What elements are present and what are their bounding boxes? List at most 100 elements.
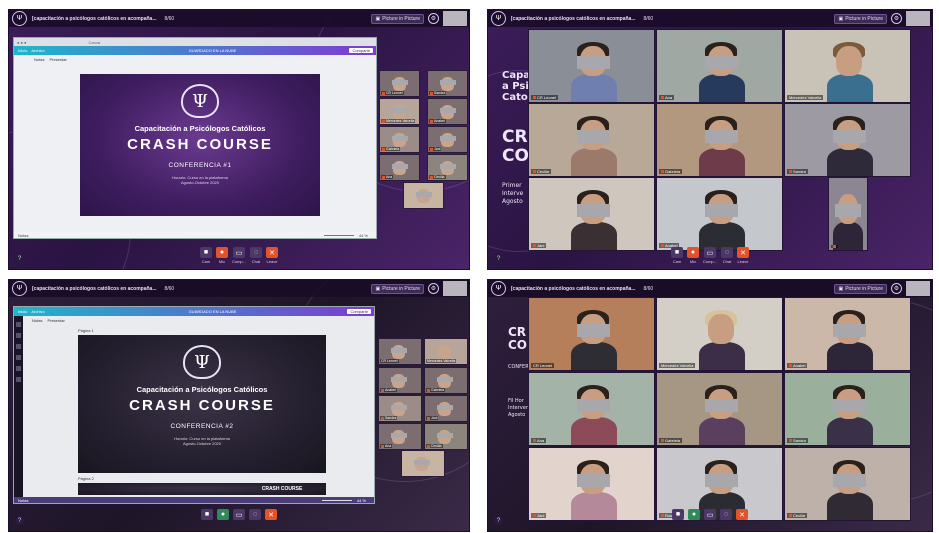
canva-toolbar: Inicio Archivo GUARDADO EN LA NUBE Compa…: [14, 307, 374, 316]
participant-tile[interactable]: Gabriela: [656, 103, 783, 177]
chat-button[interactable]: ◌: [249, 509, 261, 521]
edit-tab[interactable]: Presentar: [49, 57, 66, 62]
chat-button[interactable]: ◌ Chat: [250, 247, 262, 264]
share-screen-button[interactable]: ▭: [233, 509, 245, 521]
chat-button[interactable]: ◌: [720, 509, 732, 521]
mic-button[interactable]: ●: [688, 509, 700, 521]
mic-button[interactable]: ● Mic: [215, 247, 228, 264]
pip-icon: ▣: [838, 285, 844, 292]
leave-button[interactable]: ✕: [736, 509, 748, 521]
editor-subbar: Notas Presentar: [34, 56, 67, 63]
background-slide-text: Primer Interve Agosto: [502, 182, 524, 205]
settings-gear-icon[interactable]: ⚙: [891, 283, 902, 294]
screen-share-icon: ▭: [232, 247, 245, 258]
mic-icon: ●: [686, 247, 699, 258]
settings-gear-icon[interactable]: ⚙: [428, 13, 439, 24]
share-button[interactable]: Compartir: [347, 309, 371, 314]
participant-tile[interactable]: Anabel: [784, 297, 911, 371]
self-view-thumbnail: [443, 11, 467, 26]
share-screen-button[interactable]: ▭ Comp...: [232, 247, 246, 264]
help-icon[interactable]: ?: [15, 254, 24, 263]
settings-gear-icon[interactable]: ⚙: [891, 13, 902, 24]
laurel-psi-emblem-icon: Ψ: [181, 84, 219, 118]
participant-tile[interactable]: Gabriela: [656, 372, 783, 446]
mic-button[interactable]: ●: [217, 509, 229, 521]
participant-thumb[interactable]: CR Leonel: [378, 338, 422, 365]
file-button[interactable]: Archivo: [31, 48, 44, 53]
participant-thumb[interactable]: Cecilia: [427, 154, 468, 181]
participant-thumb[interactable]: CR Leonel: [379, 70, 420, 97]
mic-muted-icon: [430, 175, 433, 179]
settings-gear-icon[interactable]: ⚙: [428, 283, 439, 294]
participant-thumb[interactable]: Ana: [378, 423, 422, 450]
camera-button[interactable]: ■: [201, 509, 213, 521]
notes-button[interactable]: Notas: [18, 233, 28, 238]
picture-in-picture-button[interactable]: ▣ Picture in Picture: [834, 13, 887, 24]
participant-thumb[interactable]: Anabel: [427, 98, 468, 125]
notes-tab[interactable]: Notas: [34, 57, 44, 62]
participant-thumb[interactable]: Anabel: [378, 367, 422, 394]
participant-thumb[interactable]: [403, 182, 444, 209]
share-screen-button[interactable]: ▭: [704, 509, 716, 521]
participant-tile[interactable]: CR Leonel: [528, 29, 655, 103]
participant-tile[interactable]: Cecilia: [528, 103, 655, 177]
leave-button[interactable]: ✕ Leave: [737, 247, 749, 264]
participant-tile[interactable]: Jani: [528, 177, 655, 251]
participant-thumb[interactable]: Cecilia: [424, 423, 468, 450]
share-screen-button[interactable]: ▭ Comp...: [703, 247, 717, 264]
participant-tile[interactable]: Ana: [528, 372, 655, 446]
chat-button[interactable]: ◌ Chat: [721, 247, 733, 264]
participant-tile[interactable]: CR Leonel: [528, 297, 655, 371]
participant-thumb[interactable]: Jani: [427, 126, 468, 153]
share-button[interactable]: Compartir: [349, 48, 373, 53]
participant-thumb[interactable]: Ana: [379, 154, 420, 181]
picture-in-picture-button[interactable]: ▣ Picture in Picture: [834, 283, 887, 294]
editor-footer: Notas 44 %: [14, 232, 376, 238]
leave-button[interactable]: ✕ Leave: [266, 247, 278, 264]
help-icon[interactable]: ?: [494, 254, 503, 263]
leave-button[interactable]: ✕: [265, 509, 277, 521]
zoom-slider[interactable]: [323, 234, 354, 236]
camera-icon: ■: [199, 247, 212, 258]
participant-tile[interactable]: Mercedes Valvella: [784, 29, 911, 103]
home-button[interactable]: Inicio: [18, 48, 27, 53]
background-slide-text: CR CO: [502, 127, 529, 166]
camera-button[interactable]: ■: [672, 509, 684, 521]
background-slide-text: Fil Hor Interven Agosto: [508, 398, 529, 418]
zoom-slider[interactable]: [321, 499, 352, 501]
leave-icon: ✕: [265, 509, 277, 520]
camera-button[interactable]: ■ Cam: [670, 247, 683, 264]
chat-icon: ◌: [250, 247, 262, 258]
picture-in-picture-button[interactable]: ▣ Picture in Picture: [371, 283, 424, 294]
mic-muted-icon: [533, 96, 536, 99]
participant-thumb[interactable]: Sandra: [427, 70, 468, 97]
browser-tab[interactable]: Canva: [88, 40, 100, 45]
meeting-top-bar: Ψ [capacitación a psicólogos católicos e…: [488, 280, 932, 297]
participant-tile[interactable]: [828, 177, 868, 251]
participant-tile[interactable]: Mercedes Valvella: [656, 297, 783, 371]
mic-icon: ●: [215, 247, 228, 258]
meeting-window-1: Ψ [capacitación a psicólogos católicos e…: [8, 9, 470, 270]
participant-thumb[interactable]: Mercedes Valvella: [424, 338, 468, 365]
mic-muted-icon: [382, 175, 385, 179]
participant-thumb[interactable]: Gabriela: [424, 367, 468, 394]
participant-tile[interactable]: Sandra: [784, 372, 911, 446]
mic-button[interactable]: ● Mic: [686, 247, 699, 264]
participant-thumb[interactable]: Jani: [424, 395, 468, 422]
picture-in-picture-button[interactable]: ▣ Picture in Picture: [371, 13, 424, 24]
help-icon[interactable]: ?: [15, 516, 24, 525]
participant-thumb[interactable]: Sandra: [378, 395, 422, 422]
mic-muted-icon: [382, 119, 385, 123]
help-icon[interactable]: ?: [494, 516, 503, 525]
slide-conference: CONFERENCIA #1: [168, 162, 232, 169]
participant-thumb[interactable]: Gabriela: [379, 126, 420, 153]
participant-thumb[interactable]: [401, 450, 445, 477]
camera-button[interactable]: ■ Cam: [199, 247, 212, 264]
participant-thumb[interactable]: Mercedes Valvella: [379, 98, 420, 125]
meeting-top-bar: Ψ [capacitación a psicólogos católicos e…: [9, 10, 469, 27]
shared-browser-window: Inicio Archivo GUARDADO EN LA NUBE Compa…: [13, 306, 375, 504]
shared-browser-window: ● ● ● Canva Inicio Archivo GUARDADO EN L…: [13, 37, 377, 239]
participant-tile[interactable]: Sandra: [784, 103, 911, 177]
participant-tile[interactable]: Anabel: [656, 177, 783, 251]
participant-tile[interactable]: Ana: [656, 29, 783, 103]
